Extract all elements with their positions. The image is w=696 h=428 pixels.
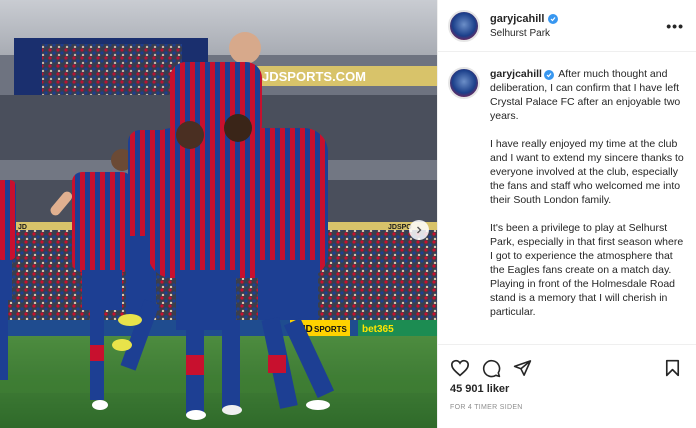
- board-bet365: bet365: [362, 324, 394, 335]
- comment-button[interactable]: [482, 359, 501, 378]
- caption-paragraph-2: I have really enjoyed my time at the clu…: [490, 138, 684, 206]
- verified-badge-icon: [543, 70, 554, 80]
- username-link[interactable]: garyjcahill: [490, 13, 544, 25]
- post-timestamp[interactable]: FOR 4 TIMER SIDEN: [438, 404, 696, 411]
- location-link[interactable]: Selhurst Park: [490, 28, 558, 39]
- more-options-button[interactable]: •••: [666, 18, 684, 34]
- post-panel: garyjcahill Selhurst Park ••• garyjcahil…: [437, 0, 696, 428]
- caption-paragraph: garyjcahill After much thought and delib…: [490, 67, 686, 123]
- save-button[interactable]: [665, 359, 680, 377]
- chevron-right-icon: [417, 226, 422, 234]
- avatar[interactable]: [448, 9, 480, 42]
- likes-count[interactable]: 45 901 liker: [438, 383, 696, 395]
- heart-icon: [450, 359, 470, 377]
- next-photo-button[interactable]: [409, 220, 429, 240]
- caption-paragraph-3: It's been a privilege to play at Selhurs…: [490, 222, 684, 318]
- post-header: garyjcahill Selhurst Park •••: [438, 0, 696, 52]
- board-sports: SPORTS: [314, 325, 348, 334]
- football-celebration-image: JDSPORTS.COM JD JDSPO bet365 JD SPORTS: [0, 0, 437, 428]
- verified-badge-icon: [548, 13, 559, 24]
- billboard-text: JDSPORTS.COM: [262, 69, 366, 84]
- post-photo[interactable]: JDSPORTS.COM JD JDSPO bet365 JD SPORTS: [0, 0, 437, 428]
- comment-icon: [482, 359, 501, 377]
- post-actions: 45 901 liker FOR 4 TIMER SIDEN: [438, 344, 696, 428]
- share-button[interactable]: [513, 359, 532, 377]
- like-button[interactable]: [450, 359, 470, 377]
- caption-section: garyjcahill After much thought and delib…: [438, 53, 696, 343]
- caption-username[interactable]: garyjcahill: [490, 68, 542, 80]
- avatar[interactable]: [448, 67, 480, 99]
- bookmark-icon: [665, 359, 680, 377]
- share-icon: [513, 360, 532, 376]
- banner-left: JD: [18, 224, 27, 231]
- caption-text: garyjcahill After much thought and delib…: [490, 67, 686, 343]
